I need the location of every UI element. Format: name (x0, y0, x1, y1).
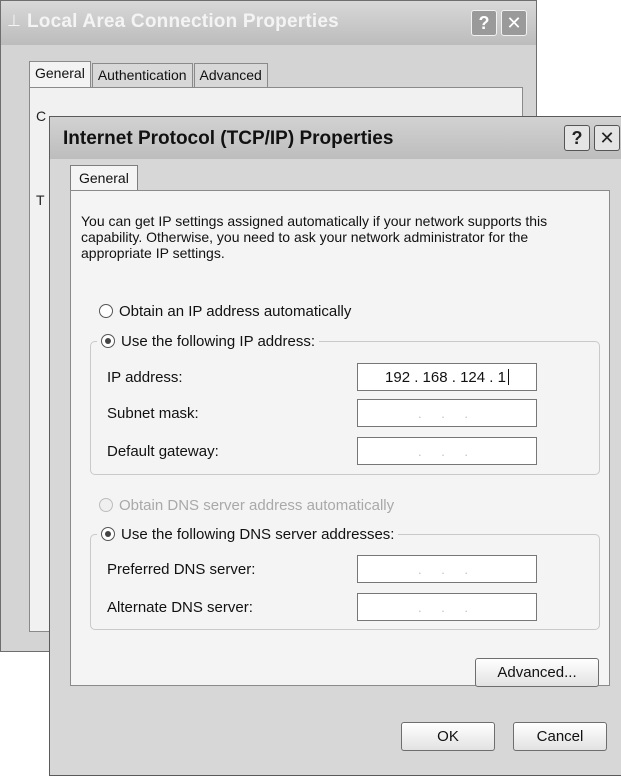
front-window-title: Internet Protocol (TCP/IP) Properties (63, 128, 394, 149)
obtain-ip-auto-radio[interactable] (99, 304, 113, 318)
back-help-button[interactable]: ? (471, 10, 497, 36)
back-tab-authentication[interactable]: Authentication (91, 63, 193, 87)
use-following-dns-radio[interactable] (101, 527, 115, 541)
obtain-dns-auto-option: Obtain DNS server address automatically (99, 495, 394, 515)
network-connection-icon: ⊥ (7, 13, 21, 30)
back-window-title: Local Area Connection Properties (27, 11, 339, 32)
cancel-button[interactable]: Cancel (513, 722, 607, 751)
text-caret (507, 369, 509, 385)
back-tab-advanced[interactable]: Advanced (193, 63, 268, 87)
front-title-bar[interactable]: Internet Protocol (TCP/IP) Properties ? … (50, 117, 621, 159)
obtain-dns-auto-radio (99, 498, 113, 512)
ip-address-value: 192 . 168 . 124 . 1 (385, 368, 506, 386)
use-following-dns-label: Use the following DNS server addresses: (121, 525, 395, 543)
ok-button[interactable]: OK (401, 722, 495, 751)
back-tab-general[interactable]: General (29, 61, 91, 87)
tab-general[interactable]: General (70, 165, 138, 191)
obtain-ip-auto-option[interactable]: Obtain an IP address automatically (99, 301, 351, 321)
use-following-ip-option[interactable]: Use the following IP address: (97, 331, 319, 351)
back-text-fragment: C (36, 108, 47, 124)
back-text-fragment: T (36, 192, 45, 208)
ip-address-field[interactable]: 192 . 168 . 124 . 1 (357, 363, 537, 391)
default-gateway-field[interactable]: . . . (357, 437, 537, 465)
preferred-dns-label: Preferred DNS server: (107, 561, 256, 578)
use-following-dns-option[interactable]: Use the following DNS server addresses: (97, 524, 399, 544)
obtain-dns-auto-label: Obtain DNS server address automatically (119, 496, 395, 514)
preferred-dns-field[interactable]: . . . (357, 555, 537, 583)
use-following-ip-label: Use the following IP address: (121, 332, 315, 350)
default-gateway-label: Default gateway: (107, 443, 219, 460)
intro-text: You can get IP settings assigned automat… (81, 213, 548, 261)
help-button[interactable]: ? (564, 125, 590, 151)
advanced-button[interactable]: Advanced... (475, 658, 599, 687)
back-title-bar[interactable]: ⊥ Local Area Connection Properties ? ✕ (1, 1, 536, 45)
subnet-mask-label: Subnet mask: (107, 405, 199, 422)
use-following-ip-radio[interactable] (101, 334, 115, 348)
subnet-mask-field[interactable]: . . . (357, 399, 537, 427)
ip-address-label: IP address: (107, 369, 183, 386)
alternate-dns-label: Alternate DNS server: (107, 599, 253, 616)
obtain-ip-auto-label: Obtain an IP address automatically (119, 302, 352, 320)
general-panel: You can get IP settings assigned automat… (70, 190, 610, 687)
alternate-dns-field[interactable]: . . . (357, 593, 537, 621)
back-tab-strip: General Authentication Advanced (29, 61, 269, 87)
close-button[interactable]: ✕ (594, 125, 620, 151)
tcpip-properties-window: Internet Protocol (TCP/IP) Properties ? … (49, 116, 621, 776)
back-close-button[interactable]: ✕ (501, 10, 527, 36)
